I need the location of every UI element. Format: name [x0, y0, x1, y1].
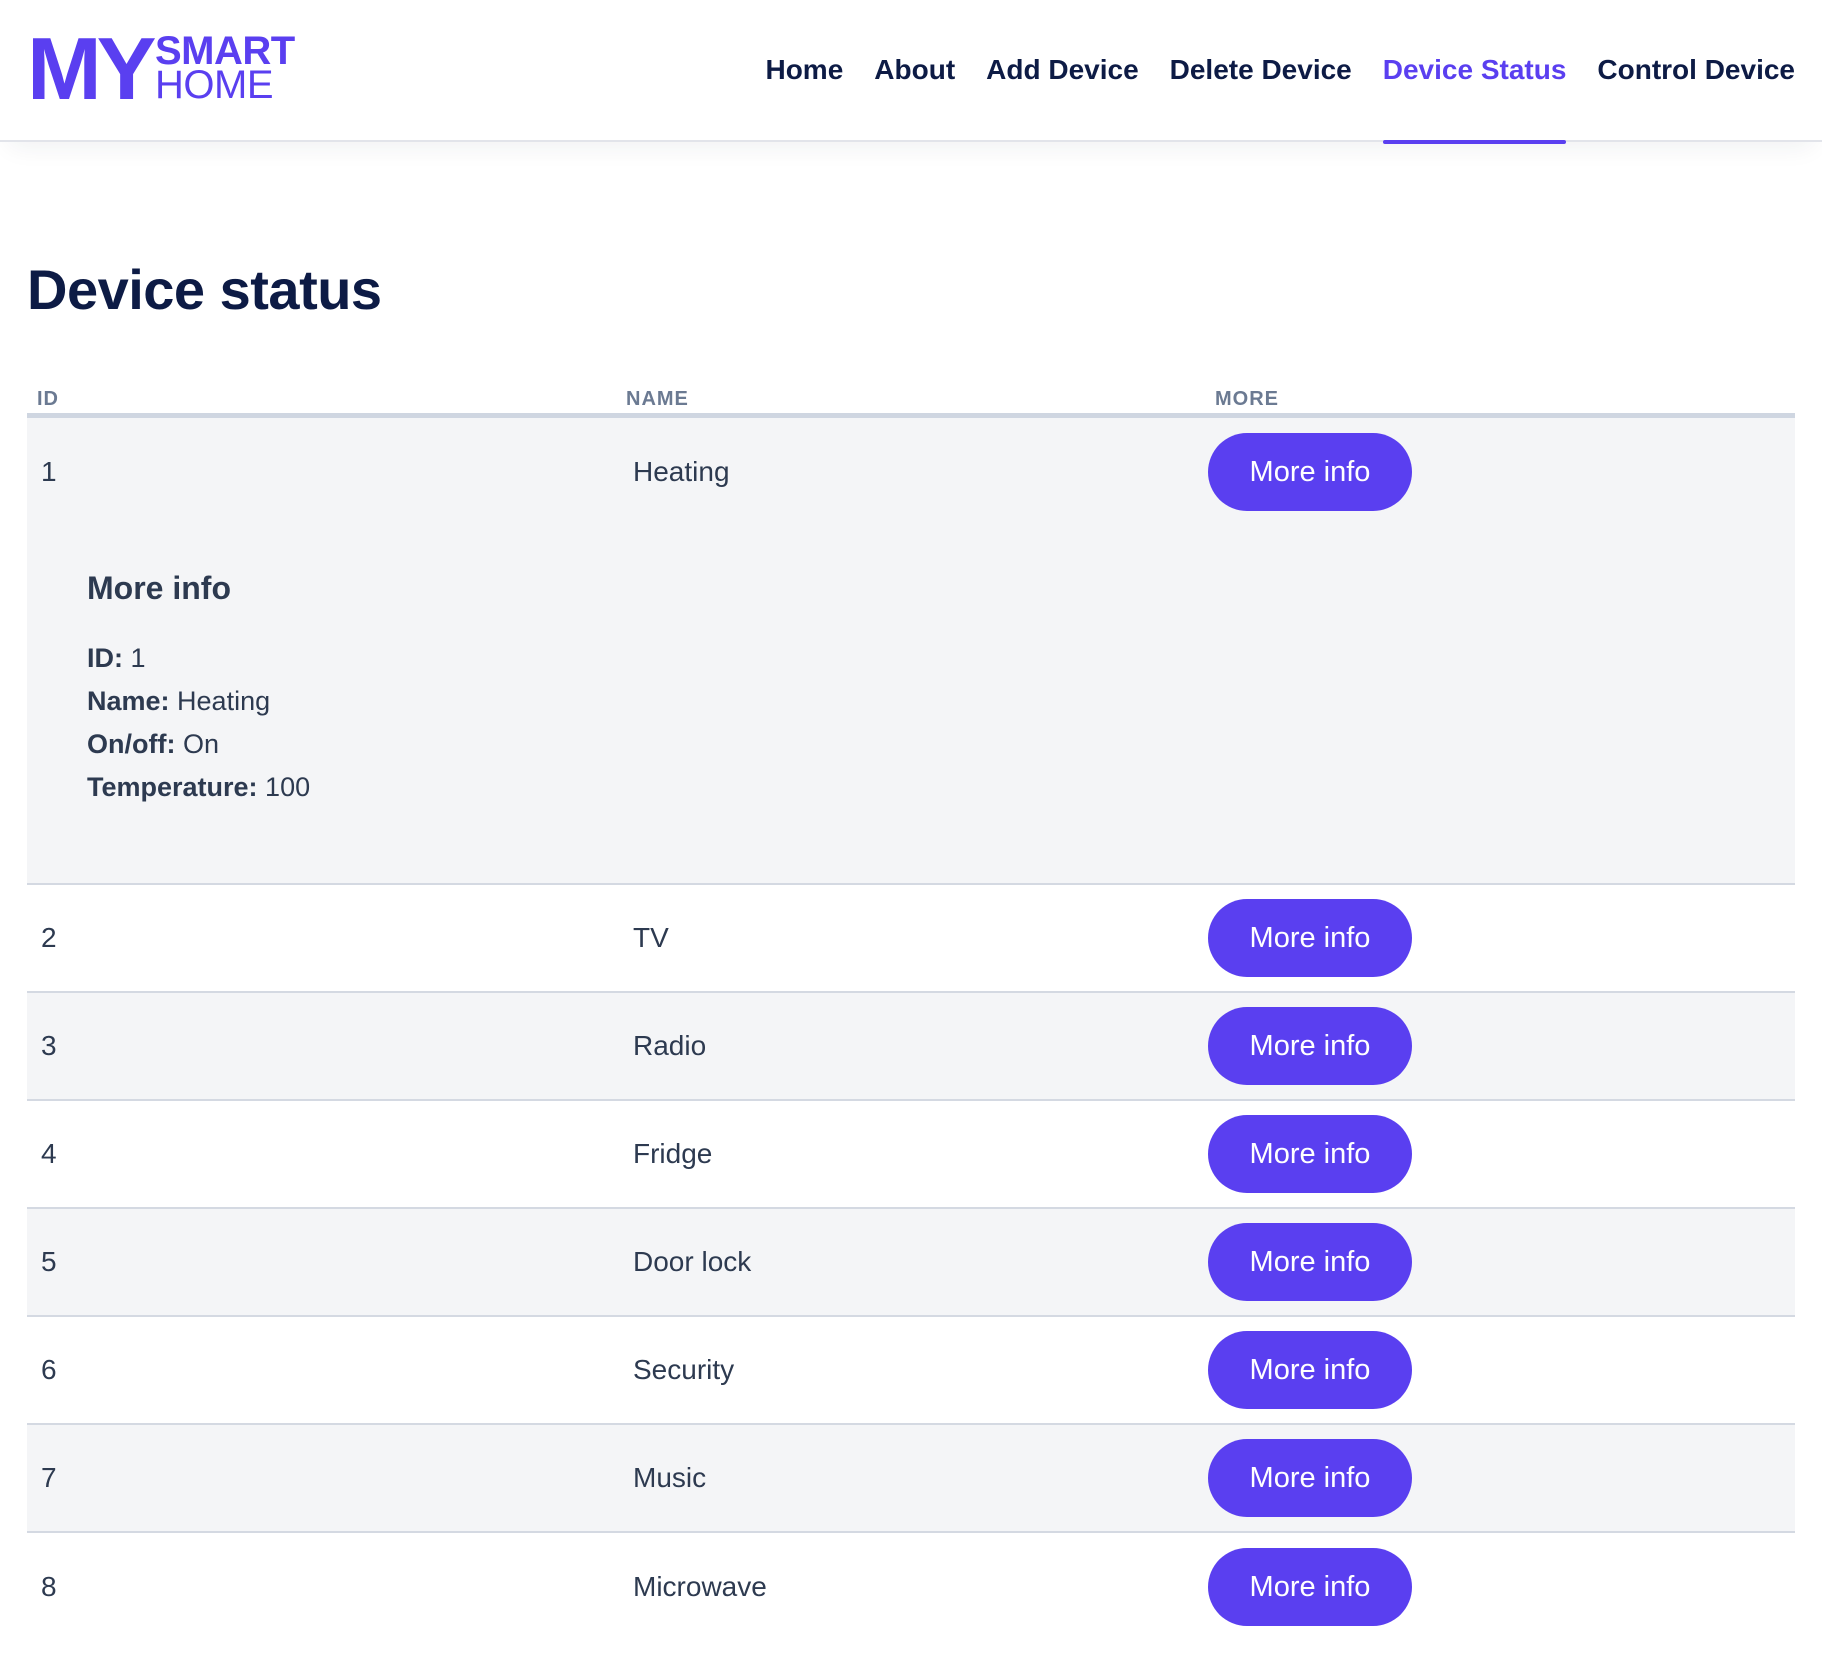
cell-id: 3	[41, 1030, 57, 1061]
detail-key: ID:	[87, 643, 123, 673]
column-header-id: ID	[37, 388, 59, 410]
detail-on-off: On/off: On	[87, 723, 1795, 766]
cell-name: Security	[633, 1354, 735, 1385]
cell-more: More info	[1205, 1007, 1795, 1085]
nav-home[interactable]: Home	[765, 0, 843, 142]
detail-key: Temperature:	[87, 772, 258, 802]
table-row-expanded: 1 Heating More info More info ID: 1 Name…	[27, 418, 1795, 885]
cell-name: Music	[633, 1462, 707, 1493]
table-header: ID NAME MORE	[27, 388, 1795, 418]
cell-name: Microwave	[633, 1571, 767, 1602]
cell-id: 2	[41, 922, 57, 953]
detail-value: Heating	[169, 686, 271, 716]
more-info-button[interactable]: More info	[1208, 1115, 1412, 1193]
main-nav: Home About Add Device Delete Device Devi…	[765, 0, 1795, 144]
more-info-button[interactable]: More info	[1208, 1331, 1412, 1409]
cell-name: Radio	[633, 1030, 707, 1061]
cell-more: More info	[1205, 1115, 1795, 1193]
cell-more: More info	[1205, 899, 1795, 977]
cell-name: Fridge	[633, 1138, 713, 1169]
cell-more: More info	[1205, 1548, 1795, 1626]
detail-key: Name:	[87, 686, 170, 716]
more-info-button[interactable]: More info	[1208, 1439, 1412, 1517]
table-row: 6 Security More info	[27, 1317, 1795, 1425]
detail-temperature: Temperature: 100	[87, 766, 1795, 809]
detail-value: 100	[257, 772, 311, 802]
cell-id: 7	[41, 1462, 57, 1493]
more-info-panel: More info ID: 1 Name: Heating On/off: On…	[27, 526, 1795, 883]
main-content: Device status ID NAME MORE 1 Heating Mor…	[0, 260, 1822, 1641]
logo-home-text: HOME	[155, 63, 273, 107]
detail-value: 1	[123, 643, 146, 673]
more-info-button[interactable]: More info	[1208, 1223, 1412, 1301]
device-status-table: ID NAME MORE 1 Heating More info More in…	[27, 388, 1795, 1641]
more-info-button[interactable]: More info	[1208, 1007, 1412, 1085]
cell-name: Door lock	[633, 1246, 752, 1277]
table-row: 8 Microwave More info	[27, 1533, 1795, 1641]
more-info-button[interactable]: More info	[1208, 433, 1412, 511]
cell-id: 5	[41, 1246, 57, 1277]
nav-about[interactable]: About	[874, 0, 955, 142]
table-row: 1 Heating More info	[27, 418, 1795, 526]
detail-value: On	[175, 729, 219, 759]
more-info-title: More info	[87, 570, 231, 606]
detail-id: ID: 1	[87, 637, 1795, 680]
table-row: 7 Music More info	[27, 1425, 1795, 1533]
cell-more: More info	[1205, 1331, 1795, 1409]
cell-name: TV	[633, 922, 669, 953]
table-row: 5 Door lock More info	[27, 1209, 1795, 1317]
cell-id: 8	[41, 1571, 57, 1602]
nav-control-device[interactable]: Control Device	[1597, 0, 1795, 142]
page-title: Device status	[27, 258, 382, 321]
table-row: 4 Fridge More info	[27, 1101, 1795, 1209]
column-header-more: MORE	[1215, 388, 1279, 410]
table-row: 2 TV More info	[27, 885, 1795, 993]
table-row: 3 Radio More info	[27, 993, 1795, 1101]
cell-id: 6	[41, 1354, 57, 1385]
nav-add-device[interactable]: Add Device	[986, 0, 1139, 142]
detail-name: Name: Heating	[87, 680, 1795, 723]
nav-delete-device[interactable]: Delete Device	[1170, 0, 1352, 142]
more-info-button[interactable]: More info	[1208, 1548, 1412, 1626]
column-header-name: NAME	[626, 388, 689, 410]
cell-more: More info	[1205, 1223, 1795, 1301]
cell-more: More info	[1205, 433, 1795, 511]
logo[interactable]: MY SMART HOME	[27, 19, 295, 118]
cell-name: Heating	[633, 456, 730, 487]
nav-device-status[interactable]: Device Status	[1382, 0, 1566, 144]
cell-id: 4	[41, 1138, 57, 1169]
more-info-button[interactable]: More info	[1208, 899, 1412, 977]
cell-id: 1	[41, 456, 57, 487]
logo-my-text: MY	[27, 19, 157, 118]
cell-more: More info	[1205, 1439, 1795, 1517]
site-header: MY SMART HOME Home About Add Device Dele…	[0, 0, 1822, 144]
logo-wordmark: SMART HOME	[155, 31, 295, 107]
detail-key: On/off:	[87, 729, 176, 759]
